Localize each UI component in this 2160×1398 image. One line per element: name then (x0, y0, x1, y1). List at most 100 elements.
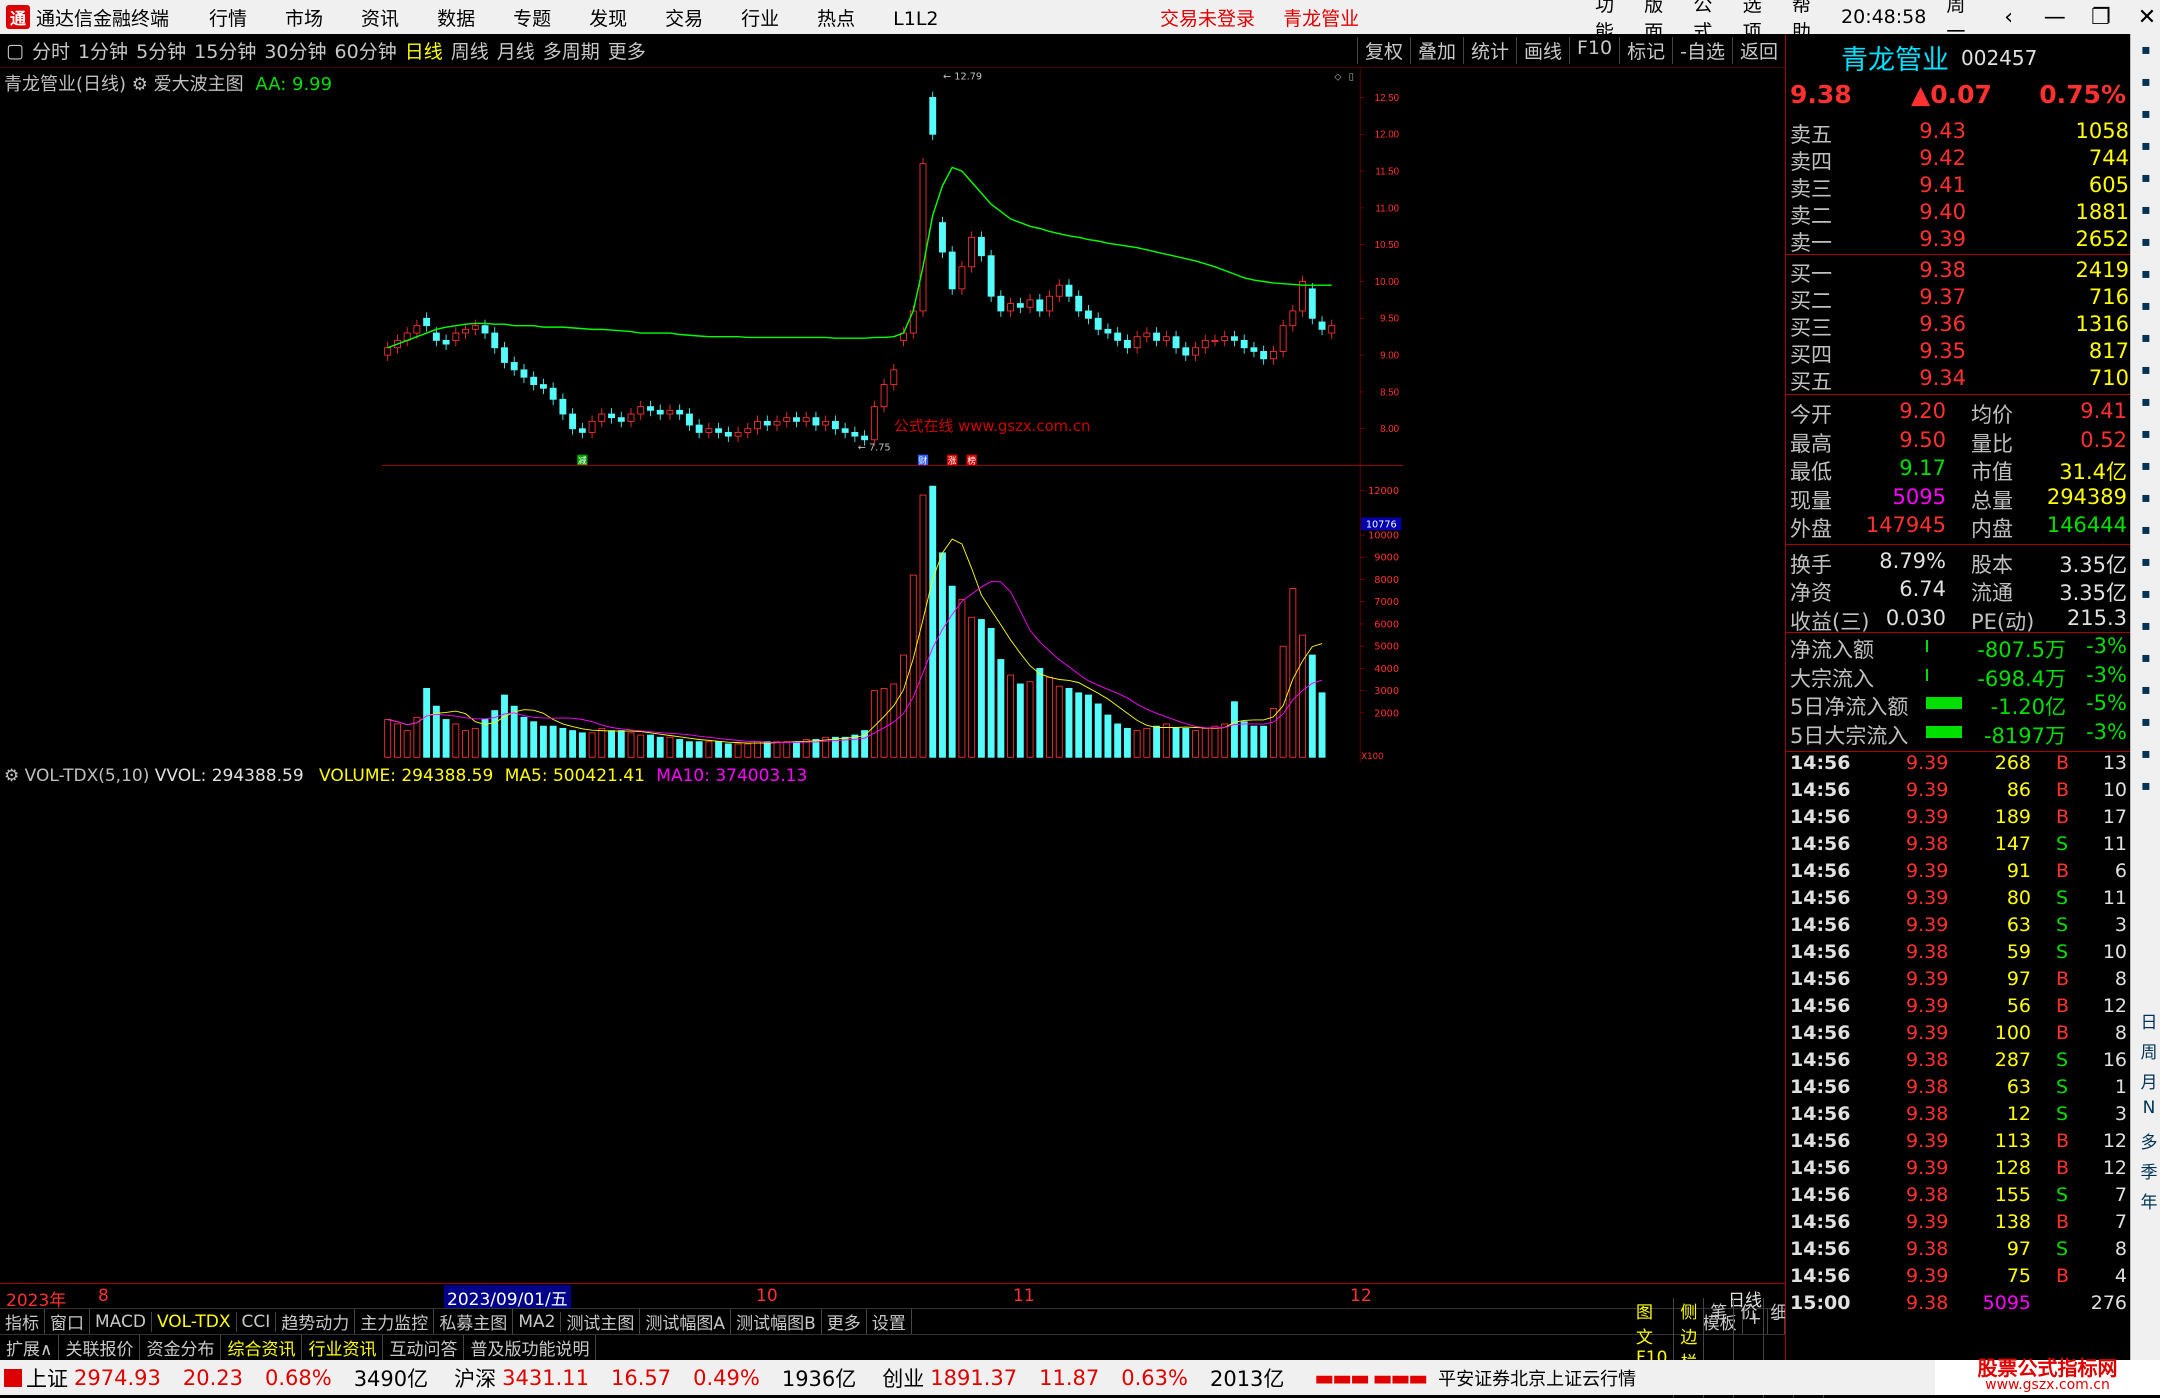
pin-icon[interactable]: ▯ (1349, 72, 1354, 82)
menu-item[interactable]: 行业 (741, 8, 779, 30)
bid-price[interactable]: 9.37 (1919, 285, 1966, 309)
period-tab[interactable]: 更多 (608, 37, 646, 64)
down-arrow-icon[interactable]: ▪ (2134, 106, 2158, 130)
indicator-tab[interactable]: MACD (90, 1311, 152, 1332)
menu-item[interactable]: 资讯 (361, 8, 399, 30)
one-icon[interactable]: ▪ (2134, 682, 2158, 706)
period-side-label[interactable]: 月 (2137, 1068, 2160, 1093)
info-icon[interactable]: ▪ (2134, 330, 2158, 354)
chart-area[interactable]: 12.50 12.00 11.50 11.00 10.50 10.00 9.50 9.00 8.… (0, 68, 1785, 763)
f10-icon[interactable]: ▪ (2134, 298, 2158, 322)
menu-item[interactable]: 行情 (209, 8, 247, 30)
sz-index-name[interactable]: 沪深 (454, 1363, 496, 1393)
indicator-tab[interactable]: MA2 (513, 1311, 562, 1332)
close-icon[interactable]: ✕ (2134, 5, 2160, 30)
restore-icon[interactable]: ❐ (2088, 5, 2114, 30)
menu-item[interactable]: 交易 (665, 8, 703, 30)
menu-item[interactable]: 市场 (285, 8, 323, 30)
ask-price[interactable]: 9.41 (1919, 173, 1966, 197)
trade-login-status[interactable]: 交易未登录 (1160, 8, 1255, 30)
menu-item[interactable]: 数据 (437, 8, 475, 30)
ring-icon[interactable]: ▪ (2134, 394, 2158, 418)
f5-icon[interactable]: ▪ (2134, 586, 2158, 610)
chart-button[interactable]: F10 (1569, 37, 1619, 64)
settings-icon[interactable]: ⚙ (4, 766, 19, 786)
menu-item[interactable]: 发现 (589, 8, 627, 30)
period-tab[interactable]: 分时 (32, 37, 70, 64)
period-side-label[interactable]: 季 (2137, 1158, 2160, 1183)
ask-price[interactable]: 9.40 (1919, 200, 1966, 224)
grid2-icon[interactable]: ▪ (2134, 618, 2158, 642)
chart-button[interactable]: 返回 (1731, 37, 1785, 64)
indicator-tab[interactable]: VOL-TDX (152, 1311, 237, 1332)
period-tab[interactable]: 5分钟 (136, 37, 186, 64)
wave-icon[interactable]: ▪ (2134, 426, 2158, 450)
period-tab[interactable]: 15分钟 (194, 37, 256, 64)
indicator-tab[interactable]: 私募主图 (434, 1309, 514, 1334)
vol-indicator-name[interactable]: VOL-TDX(5,10) (25, 766, 150, 786)
period-tab[interactable]: 月线 (497, 37, 535, 64)
list-icon[interactable]: ▪ (2134, 138, 2158, 162)
ask-price[interactable]: 9.43 (1919, 119, 1966, 143)
chart-icon[interactable]: ▪ (2134, 202, 2158, 226)
ext-tab[interactable]: 行业资讯 (302, 1335, 384, 1360)
period-tab[interactable]: 1分钟 (78, 37, 128, 64)
ext-tab[interactable]: 扩展∧ (0, 1335, 60, 1360)
chart-button[interactable]: 画线 (1515, 37, 1569, 64)
indicator-tab[interactable]: 指标 (0, 1309, 45, 1334)
cy-index-name[interactable]: 创业 (882, 1363, 924, 1393)
chart-button[interactable]: 叠加 (1409, 37, 1463, 64)
menu-item[interactable]: L1L2 (893, 8, 938, 30)
period-tab[interactable]: 日线 (405, 37, 443, 64)
period-side-label[interactable]: 多 (2137, 1128, 2160, 1153)
ext-tab[interactable]: 综合资讯 (221, 1335, 303, 1360)
sh-index-name[interactable]: 上证 (26, 1363, 68, 1393)
news-icon[interactable]: ▪ (2134, 266, 2158, 290)
indicator-tab[interactable]: 趋势动力 (276, 1309, 356, 1334)
ask-price[interactable]: 9.39 (1919, 227, 1966, 251)
chart-button[interactable]: -自选 (1672, 37, 1732, 64)
period-tab[interactable]: 周线 (451, 37, 489, 64)
period-side-label[interactable]: 年 (2137, 1188, 2160, 1213)
period-side-label[interactable]: 日 (2137, 1008, 2160, 1033)
ask-price[interactable]: 9.42 (1919, 146, 1966, 170)
f2-icon[interactable]: ▪ (2134, 362, 2158, 386)
bid-price[interactable]: 9.34 (1919, 366, 1966, 390)
fifteen-icon[interactable]: ▪ (2134, 714, 2158, 738)
move-icon[interactable]: ▪ (2134, 522, 2158, 546)
grid-icon[interactable]: ▪ (2134, 170, 2158, 194)
indicator-tab[interactable]: CCI (237, 1311, 277, 1332)
period-side-label[interactable]: 周 (2137, 1038, 2160, 1063)
chart-button[interactable]: 标记 (1619, 37, 1672, 64)
indicator-tab[interactable]: 窗口 (45, 1309, 90, 1334)
chart-button[interactable]: 复权 (1356, 37, 1410, 64)
bid-price[interactable]: 9.38 (1919, 258, 1966, 282)
s-icon[interactable]: ▪ (2134, 650, 2158, 674)
expand-icon[interactable]: ◇ (1334, 72, 1341, 82)
dollar-icon[interactable]: ▪ (2134, 490, 2158, 514)
period-side-label[interactable]: N (2137, 1098, 2160, 1122)
chart-button[interactable]: 统计 (1462, 37, 1516, 64)
up-icon[interactable]: ▪ (2134, 42, 2158, 66)
indicator-tab[interactable]: 设置 (867, 1309, 912, 1334)
menu-item[interactable]: 热点 (817, 8, 855, 30)
period-tab[interactable]: 60分钟 (335, 37, 397, 64)
settings-icon[interactable]: ⚙ (132, 74, 148, 95)
indicator-tab[interactable]: 测试幅图A (640, 1309, 732, 1334)
menu-item[interactable]: 专题 (513, 8, 551, 30)
ext-tab[interactable]: 关联报价 (59, 1335, 141, 1360)
indicator-tab[interactable]: 更多 (822, 1309, 867, 1334)
bid-price[interactable]: 9.35 (1919, 339, 1966, 363)
candle-icon[interactable]: ▪ (2134, 234, 2158, 258)
ext-tab[interactable]: 资金分布 (140, 1335, 222, 1360)
collapse-icon[interactable]: ▢ (6, 40, 24, 62)
chart-indicator[interactable]: 爱大波主图 (154, 74, 244, 95)
period-tab[interactable]: 多周期 (543, 37, 600, 64)
indicator-tab[interactable]: 测试幅图B (731, 1309, 822, 1334)
sixty-icon[interactable]: ▪ (2134, 778, 2158, 802)
pen-icon[interactable]: ▪ (2134, 554, 2158, 578)
indicator-tab[interactable]: 测试主图 (561, 1309, 641, 1334)
minimize-icon[interactable]: — (2042, 5, 2068, 30)
broker-name[interactable]: 平安证券北京上证云行情 (1438, 1365, 1636, 1391)
thirty-icon[interactable]: ▪ (2134, 746, 2158, 770)
